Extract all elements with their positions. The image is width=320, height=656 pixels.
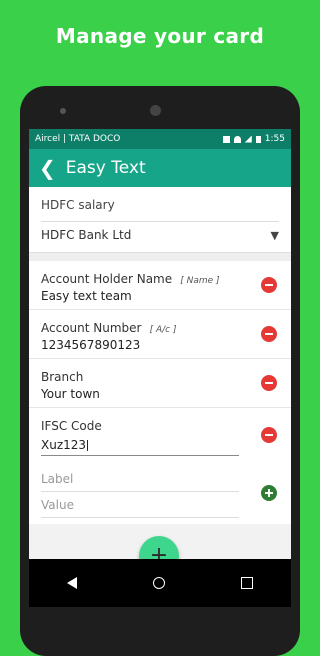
field-hint: [ Name ] <box>180 276 220 286</box>
field-account-holder: Account Holder Name [ Name ] Easy text t… <box>29 261 291 310</box>
battery-icon <box>255 135 261 143</box>
app-screen: Aircel | TATA DOCO 1:55 ❮ Easy Text HDFC… <box>29 129 291 559</box>
status-icons: 1:55 <box>222 134 285 144</box>
wifi-icon <box>233 135 241 143</box>
front-camera <box>150 105 161 116</box>
minus-circle-icon[interactable] <box>261 375 277 391</box>
card-select-block: HDFC salary HDFC Bank Ltd ▼ <box>29 187 291 253</box>
field-ifsc: IFSC Code Xuz123 <box>29 408 291 462</box>
new-value-input[interactable]: Value <box>41 492 239 518</box>
new-label-input[interactable]: Label <box>41 466 239 492</box>
field-value[interactable]: Easy text team <box>41 289 279 303</box>
app-title: Easy Text <box>65 158 146 178</box>
square-recents-icon[interactable] <box>241 577 253 589</box>
minus-circle-icon[interactable] <box>261 427 277 443</box>
text-cursor <box>87 440 89 451</box>
bank-selected: HDFC Bank Ltd <box>41 228 132 242</box>
carrier-text: Aircel | TATA DOCO <box>35 134 121 144</box>
triangle-back-icon[interactable] <box>67 577 77 589</box>
section-gap <box>29 253 291 261</box>
plus-circle-icon[interactable] <box>261 485 277 501</box>
ifsc-input[interactable]: Xuz123 <box>41 434 239 456</box>
arrow-left-icon[interactable]: ❮ <box>39 158 56 178</box>
signal-icon <box>244 135 252 143</box>
new-field-row: Label Value <box>29 462 291 524</box>
app-bar: ❮ Easy Text <box>29 149 291 187</box>
field-value[interactable]: 1234567890123 <box>41 338 279 352</box>
headline: Manage your card <box>55 24 265 48</box>
ifsc-input-text: Xuz123 <box>41 438 87 452</box>
field-label: Account Number <box>41 321 142 335</box>
vibrate-icon <box>222 135 230 143</box>
field-label: Branch <box>41 370 84 384</box>
field-label: Account Holder Name <box>41 272 173 286</box>
minus-circle-icon[interactable] <box>261 277 277 293</box>
card-header: HDFC salary HDFC Bank Ltd ▼ <box>29 187 291 253</box>
clock: 1:55 <box>264 134 285 144</box>
dropdown-caret-icon: ▼ <box>270 228 279 242</box>
phone-frame: Aircel | TATA DOCO 1:55 ❮ Easy Text HDFC… <box>20 86 300 656</box>
field-account-number: Account Number [ A/c ] 1234567890123 <box>29 310 291 359</box>
status-bar: Aircel | TATA DOCO 1:55 <box>29 129 291 149</box>
card-name-field[interactable]: HDFC salary <box>41 195 279 215</box>
field-hint: [ A/c ] <box>149 325 177 335</box>
sensor-dot <box>60 108 66 114</box>
minus-circle-icon[interactable] <box>261 326 277 342</box>
system-nav-bar <box>29 559 291 607</box>
field-value[interactable]: Your town <box>41 387 279 401</box>
field-label: IFSC Code <box>41 419 102 433</box>
fields-list: Account Holder Name [ Name ] Easy text t… <box>29 261 291 524</box>
field-branch: Branch Your town <box>29 359 291 408</box>
add-field-fab[interactable]: + <box>139 536 179 559</box>
circle-home-icon[interactable] <box>153 577 165 589</box>
bank-dropdown[interactable]: HDFC Bank Ltd ▼ <box>41 221 279 242</box>
